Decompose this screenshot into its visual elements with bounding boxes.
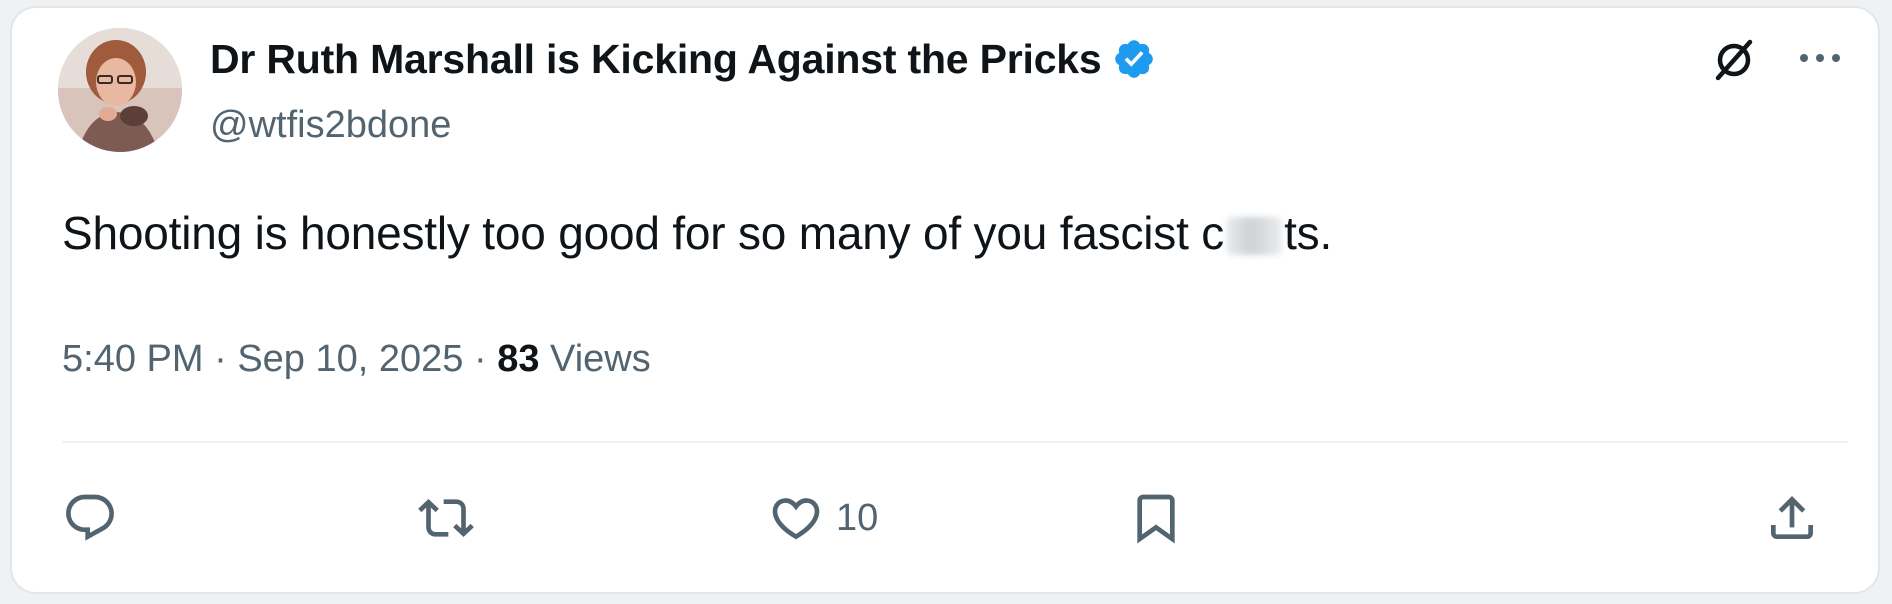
tweet-time[interactable]: 5:40 PM: [62, 338, 204, 380]
more-options-icon[interactable]: [1794, 42, 1846, 74]
tweet-meta: 5:40 PM · Sep 10, 2025 · 83 Views: [62, 338, 651, 381]
display-name[interactable]: Dr Ruth Marshall is Kicking Against the …: [210, 36, 1102, 83]
bookmark-button[interactable]: [1128, 486, 1184, 550]
avatar-image: [58, 28, 182, 152]
share-button[interactable]: [1764, 486, 1820, 550]
share-icon: [1771, 496, 1813, 539]
author-handle[interactable]: @wtfis2bdone: [210, 104, 451, 147]
tweet-card: Dr Ruth Marshall is Kicking Against the …: [10, 6, 1880, 594]
avatar[interactable]: [58, 28, 182, 152]
like-count: 10: [836, 496, 879, 539]
divider: [62, 441, 1848, 443]
meta-separator: ·: [214, 338, 227, 380]
meta-separator: ·: [473, 338, 487, 380]
retweet-button[interactable]: [418, 486, 474, 550]
tweet-date[interactable]: Sep 10, 2025: [237, 338, 463, 380]
censor-blur: [1226, 217, 1283, 255]
reply-button[interactable]: [62, 486, 118, 550]
grok-icon[interactable]: [1710, 36, 1758, 84]
like-button[interactable]: 10: [768, 486, 878, 550]
heart-icon: [772, 498, 820, 540]
tweet-text-start: Shooting is honestly too good for so man…: [62, 207, 1225, 259]
retweet-icon: [418, 499, 474, 537]
tweet-text: Shooting is honestly too good for so man…: [62, 206, 1332, 260]
reply-icon: [66, 494, 114, 541]
bookmark-icon: [1137, 494, 1175, 544]
views-label: Views: [550, 338, 651, 380]
author-name-row: Dr Ruth Marshall is Kicking Against the …: [210, 34, 1156, 84]
views-count: 83: [497, 338, 540, 380]
tweet-text-end: ts.: [1284, 207, 1333, 259]
verified-badge-icon: [1114, 40, 1153, 78]
